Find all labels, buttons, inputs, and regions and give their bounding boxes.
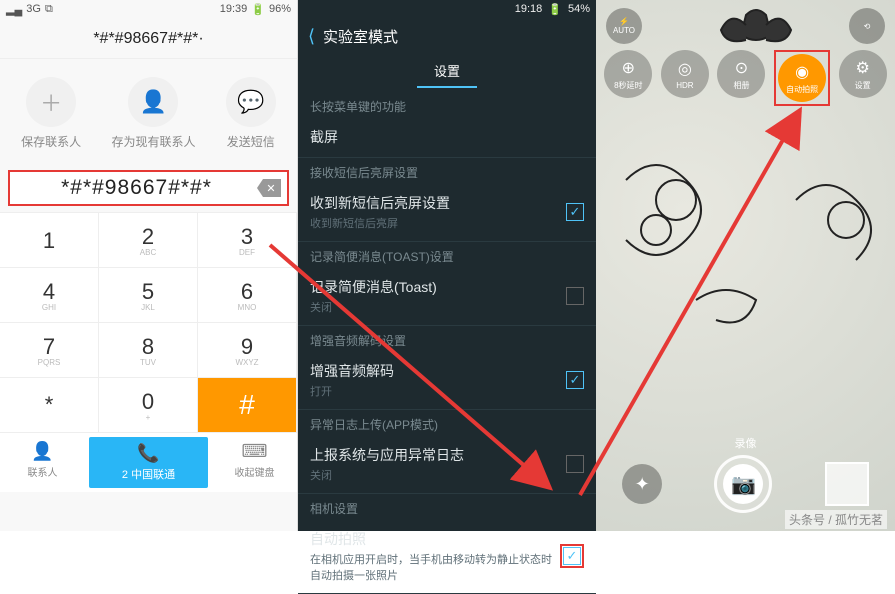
- key-hash[interactable]: #: [198, 377, 297, 432]
- key-1[interactable]: 1: [0, 212, 99, 267]
- save-existing-button[interactable]: 👤 存为现有联系人: [111, 77, 195, 150]
- filters-button[interactable]: ✦: [622, 464, 662, 504]
- network-type: 3G: [26, 3, 41, 15]
- switch-camera-button[interactable]: ⟲: [849, 8, 885, 44]
- dialed-number-top: *#*#98667#*#*·: [0, 18, 297, 59]
- camera-mode-row: ⊕ 8秒延时 ◎ HDR ⊙ 相册 ◉ 自动拍照 ⚙ 设置: [596, 50, 895, 106]
- backspace-button[interactable]: ✕: [257, 179, 281, 197]
- battery-pct: 96%: [269, 3, 291, 15]
- checkbox-icon[interactable]: [566, 287, 584, 305]
- checkbox-icon[interactable]: ✓: [566, 203, 584, 221]
- page-title: 实验室模式: [323, 26, 398, 47]
- setting-log[interactable]: 上报系统与应用异常日志 关闭: [298, 437, 596, 494]
- signal-icon: ▂▄: [6, 3, 22, 16]
- back-button[interactable]: ⟨: [308, 26, 315, 47]
- group-header: 记录简便消息(TOAST)设置: [298, 242, 596, 269]
- attribution: 头条号 / 孤竹无茗: [785, 510, 887, 529]
- action-label: 存为现有联系人: [111, 133, 195, 150]
- person-icon: 👤: [128, 77, 178, 127]
- wand-icon: ✦: [635, 474, 650, 495]
- key-6[interactable]: 6MNO: [198, 267, 297, 322]
- dialer-panel: ▂▄ 3G ⧉ 19:39 🔋 96% *#*#98667#*#*· ＋ 保存联…: [0, 0, 298, 531]
- save-contact-button[interactable]: ＋ 保存联系人: [21, 77, 81, 150]
- clock: 19:39: [220, 3, 248, 15]
- setting-auto-photo[interactable]: 自动拍照 在相机应用开启时，当手机由移动转为静止状态时自动拍摄一张照片 ✓: [298, 521, 596, 594]
- timer-button[interactable]: ⊕ 8秒延时: [604, 50, 652, 98]
- contacts-tab[interactable]: 👤 联系人: [0, 433, 85, 492]
- key-0[interactable]: 0+: [99, 377, 198, 432]
- last-photo-thumbnail[interactable]: [825, 462, 869, 506]
- group-header: 接收短信后亮屏设置: [298, 158, 596, 185]
- tab-settings[interactable]: 设置: [417, 55, 477, 88]
- camera-top-bar: ⚡ AUTO ⟲: [596, 0, 895, 52]
- camera-icon: 📷: [723, 464, 763, 504]
- key-5[interactable]: 5JKL: [99, 267, 198, 322]
- dial-code: *#*#98667#*#*: [16, 176, 257, 200]
- checkbox-icon[interactable]: ✓: [563, 547, 581, 565]
- battery-icon: 🔋: [548, 3, 562, 16]
- setting-toast[interactable]: 记录简便消息(Toast) 关闭: [298, 269, 596, 326]
- key-7[interactable]: 7PQRS: [0, 322, 99, 377]
- group-header: 相机设置: [298, 494, 596, 521]
- settings-panel: 19:18 🔋 54% ⟨ 实验室模式 设置 长按菜单键的功能 截屏 接收短信后…: [298, 0, 596, 531]
- setting-audio[interactable]: 增强音频解码 打开 ✓: [298, 353, 596, 410]
- call-button[interactable]: 📞 2 中国联通: [89, 437, 208, 488]
- gallery-icon: ⊙: [735, 58, 748, 78]
- key-8[interactable]: 8TUV: [99, 322, 198, 377]
- gear-icon: ⚙: [856, 58, 870, 78]
- flash-button[interactable]: ⚡ AUTO: [606, 8, 642, 44]
- dialed-number-highlight: *#*#98667#*#* ✕: [8, 170, 289, 206]
- settings-header: ⟨ 实验室模式: [298, 18, 596, 55]
- flash-icon: ⚡: [619, 17, 629, 26]
- tab-label: 收起键盘: [235, 464, 275, 479]
- shutter-button[interactable]: 📷: [714, 455, 772, 513]
- hdr-icon: ◎: [678, 59, 692, 79]
- camera-bottom-bar: ✦ 📷: [596, 455, 895, 513]
- checkbox-icon[interactable]: [566, 455, 584, 473]
- dialer-actions: ＋ 保存联系人 👤 存为现有联系人 💬 发送短信: [0, 59, 297, 164]
- sim-icon: 📞: [137, 443, 159, 464]
- chat-icon: 💬: [226, 77, 276, 127]
- plus-icon: ＋: [26, 77, 76, 127]
- setting-screenshot[interactable]: 截屏: [298, 119, 596, 158]
- setting-sms-wake[interactable]: 收到新短信后亮屏设置 收到新短信后亮屏 ✓: [298, 185, 596, 242]
- switch-icon: ⟲: [864, 22, 871, 31]
- mode-label: 录像: [596, 435, 895, 451]
- dialer-bottom-bar: 👤 联系人 📞 2 中国联通 ⌨ 收起键盘: [0, 432, 297, 492]
- status-bar: ▂▄ 3G ⧉ 19:39 🔋 96%: [0, 0, 297, 18]
- checkbox-icon[interactable]: ✓: [566, 371, 584, 389]
- battery-pct: 54%: [568, 3, 590, 16]
- collapse-keypad-button[interactable]: ⌨ 收起键盘: [212, 433, 297, 492]
- battery-icon: 🔋: [251, 3, 265, 16]
- key-3[interactable]: 3DEF: [198, 212, 297, 267]
- keypad: 1 2ABC 3DEF 4GHI 5JKL 6MNO 7PQRS 8TUV 9W…: [0, 212, 297, 432]
- key-4[interactable]: 4GHI: [0, 267, 99, 322]
- person-icon: 👤: [31, 441, 53, 462]
- action-label: 发送短信: [227, 133, 275, 150]
- group-header: 增强音频解码设置: [298, 326, 596, 353]
- auto-icon: ◉: [795, 62, 809, 82]
- send-sms-button[interactable]: 💬 发送短信: [226, 77, 276, 150]
- clock: 19:18: [515, 3, 543, 16]
- camera-settings-button[interactable]: ⚙ 设置: [839, 50, 887, 98]
- hdr-button[interactable]: ◎ HDR: [661, 50, 709, 98]
- grid-icon: ⌨: [242, 441, 268, 462]
- flash-label: AUTO: [613, 26, 635, 35]
- group-header: 长按菜单键的功能: [298, 92, 596, 119]
- camera-panel: ⚡ AUTO ⟲ ⊕ 8秒延时 ◎ HDR ⊙ 相册 ◉: [596, 0, 895, 531]
- tab-label: 联系人: [28, 464, 58, 479]
- gallery-button[interactable]: ⊙ 相册: [717, 50, 765, 98]
- highlight-box: ✓: [560, 544, 584, 568]
- key-star[interactable]: *: [0, 377, 99, 432]
- key-2[interactable]: 2ABC: [99, 212, 198, 267]
- wifi-icon: ⧉: [45, 3, 53, 16]
- key-9[interactable]: 9WXYZ: [198, 322, 297, 377]
- action-label: 保存联系人: [21, 133, 81, 150]
- status-bar: 19:18 🔋 54%: [298, 0, 596, 18]
- timer-icon: ⊕: [622, 58, 635, 78]
- carrier-label: 中国联通: [131, 469, 175, 481]
- auto-photo-button[interactable]: ◉ 自动拍照: [778, 54, 826, 102]
- highlight-box: ◉ 自动拍照: [774, 50, 830, 106]
- group-header: 异常日志上传(APP模式): [298, 410, 596, 437]
